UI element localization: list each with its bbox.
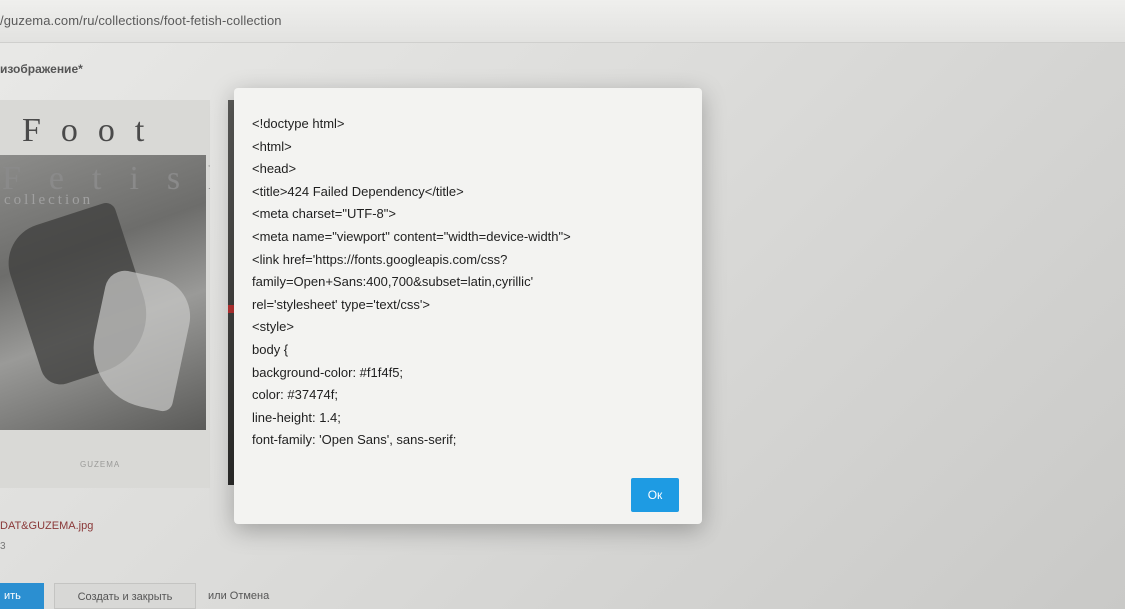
message-line: <meta charset="UTF-8"> xyxy=(252,206,396,222)
preview-word-collection: collection xyxy=(4,192,94,208)
alert-dialog: <!doctype html> <html> <head> <title>424… xyxy=(234,88,702,524)
preview-logo: GUZEMA xyxy=(80,460,121,469)
message-line: body { xyxy=(252,341,289,357)
message-line: <!doctype html> xyxy=(252,116,345,131)
address-bar[interactable]: /guzema.com/ru/collections/foot-fetish-c… xyxy=(0,0,1125,43)
dialog-message: <!doctype html> <html> <head> <title>424… xyxy=(252,113,682,452)
message-line: <html> xyxy=(252,138,292,154)
file-name-link[interactable]: DAT&GUZEMA.jpg xyxy=(0,520,93,532)
message-line: line-height: 1.4; xyxy=(252,409,341,425)
message-line: rel='stylesheet' type='text/css'> xyxy=(252,296,430,312)
image-preview[interactable]: Foot Fetish collection GUZEMA xyxy=(0,100,210,488)
form-actions: ить Создать и закрыть или Отмена xyxy=(0,583,1125,609)
message-line: font-family: 'Open Sans', sans-serif; xyxy=(252,432,457,448)
cancel-link[interactable]: или Отмена xyxy=(208,583,269,609)
preview-word-foot: Foot xyxy=(22,112,165,149)
message-line: background-color: #f1f4f5; xyxy=(252,364,404,380)
message-line: <head> xyxy=(252,161,297,177)
message-line: family=Open+Sans:400,700&subset=latin,cy… xyxy=(252,274,534,290)
message-line: <link href='https://fonts.googleapis.com… xyxy=(252,251,508,267)
file-meta: 3 xyxy=(0,541,6,552)
message-line: <meta name="viewport" content="width=dev… xyxy=(252,228,571,244)
save-button[interactable]: ить xyxy=(0,583,44,609)
message-line: <title>424 Failed Dependency</title> xyxy=(252,183,464,199)
message-line: <style> xyxy=(252,319,294,335)
ok-button[interactable]: Ок xyxy=(631,478,679,512)
url-text[interactable]: /guzema.com/ru/collections/foot-fetish-c… xyxy=(0,13,282,28)
create-and-close-button[interactable]: Создать и закрыть xyxy=(54,583,196,609)
field-label-image: изображение* xyxy=(0,62,83,76)
message-line: color: #37474f; xyxy=(252,387,339,403)
